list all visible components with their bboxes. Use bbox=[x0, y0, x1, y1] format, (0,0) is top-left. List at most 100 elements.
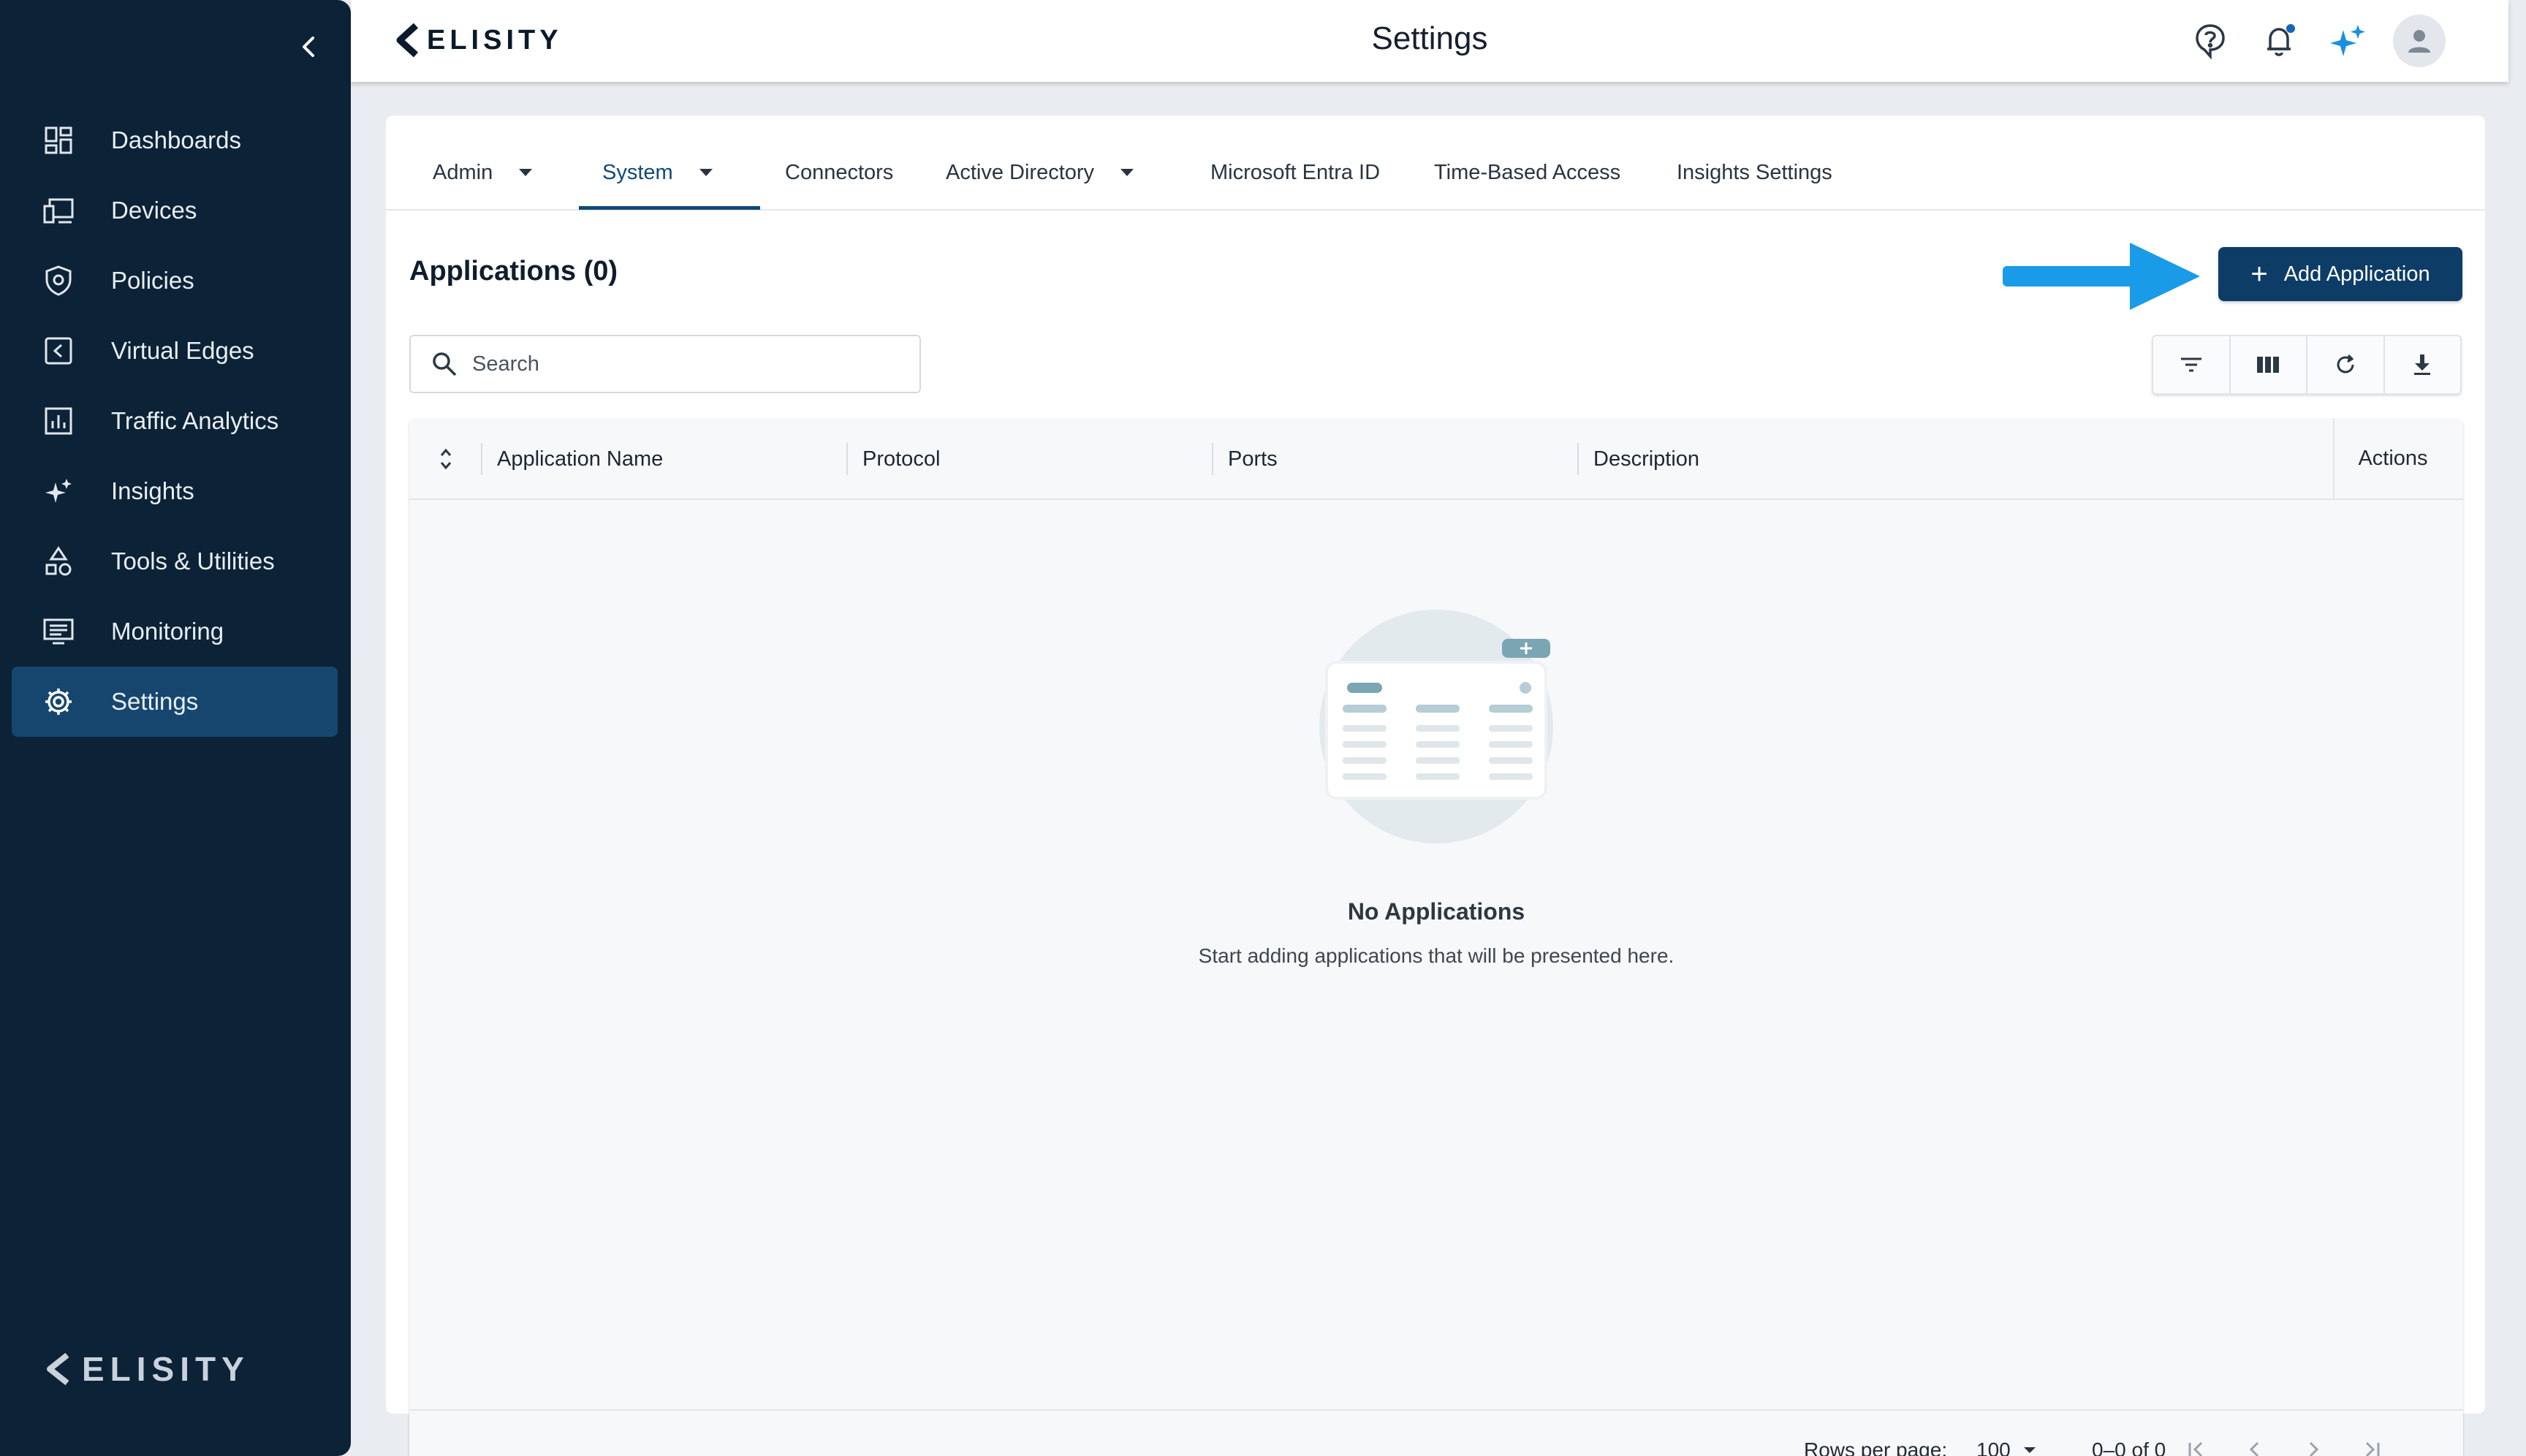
shield-icon bbox=[41, 263, 76, 298]
tab-label: Microsoft Entra ID bbox=[1210, 160, 1381, 184]
filter-button[interactable] bbox=[2153, 336, 2231, 393]
empty-state-title: No Applications bbox=[1347, 898, 1525, 925]
tab-connectors[interactable]: Connectors bbox=[785, 156, 893, 189]
caret-down-icon bbox=[1120, 169, 1134, 176]
column-separator bbox=[1212, 443, 1213, 475]
plus-icon: + bbox=[2250, 258, 2268, 290]
search-box[interactable] bbox=[409, 335, 921, 393]
rows-per-page-label: Rows per page: bbox=[1804, 1438, 1948, 1456]
tab-active-directory[interactable]: Active Directory bbox=[946, 156, 1135, 189]
sidebar-item-dashboards[interactable]: Dashboards bbox=[12, 105, 338, 175]
sparkle-icon bbox=[41, 474, 76, 509]
download-button[interactable] bbox=[2385, 336, 2461, 393]
notifications-button[interactable] bbox=[2258, 19, 2302, 63]
sidebar-item-policies[interactable]: Policies bbox=[12, 246, 338, 316]
rows-per-page-select[interactable]: 100 bbox=[1976, 1438, 2037, 1456]
dashboard-icon bbox=[41, 123, 76, 158]
sidebar-item-tools-utilities[interactable]: Tools & Utilities bbox=[12, 526, 338, 596]
sidebar-collapse-button[interactable] bbox=[289, 28, 327, 66]
last-page-button[interactable] bbox=[2354, 1431, 2390, 1456]
section-title: Applications (0) bbox=[409, 256, 618, 287]
search-input[interactable] bbox=[472, 352, 881, 376]
sidebar-item-label: Traffic Analytics bbox=[111, 407, 279, 434]
virtual-edge-icon bbox=[41, 333, 76, 368]
page-title: Settings bbox=[1371, 20, 1488, 56]
first-page-icon bbox=[2188, 1441, 2203, 1456]
next-page-button[interactable] bbox=[2295, 1431, 2332, 1456]
bell-icon bbox=[2267, 24, 2295, 56]
tab-label: System bbox=[602, 160, 673, 184]
elisity-logo-icon bbox=[47, 1352, 69, 1386]
pagination-range: 0–0 of 0 bbox=[2092, 1438, 2166, 1456]
sidebar-logo: ELISITY bbox=[44, 1349, 250, 1389]
ai-assistant-button[interactable] bbox=[2326, 19, 2370, 63]
column-header-ports[interactable]: Ports bbox=[1228, 418, 1278, 500]
sidebar-item-insights[interactable]: Insights bbox=[12, 456, 338, 526]
table-header: Application Name Protocol Ports Descript… bbox=[409, 418, 2463, 500]
empty-state-subtitle: Start adding applications that will be p… bbox=[1198, 944, 1674, 967]
settings-tabs: Admin System Connectors Active Directory… bbox=[386, 115, 2485, 211]
applications-table: Application Name Protocol Ports Descript… bbox=[409, 418, 2463, 1456]
filter-icon bbox=[2180, 357, 2201, 372]
sidebar-item-monitoring[interactable]: Monitoring bbox=[12, 596, 338, 667]
help-button[interactable] bbox=[2188, 19, 2232, 63]
column-header-description[interactable]: Description bbox=[1593, 418, 1699, 500]
user-avatar-icon bbox=[2408, 30, 2430, 53]
sidebar-item-traffic-analytics[interactable]: Traffic Analytics bbox=[12, 386, 338, 456]
rows-per-page-value: 100 bbox=[1976, 1438, 2011, 1456]
tab-insights-settings[interactable]: Insights Settings bbox=[1677, 156, 1832, 189]
sidebar-item-virtual-edges[interactable]: Virtual Edges bbox=[12, 316, 338, 386]
gear-icon bbox=[41, 684, 76, 719]
table-pagination: Rows per page: 100 0–0 of 0 bbox=[409, 1409, 2463, 1456]
add-application-label: Add Application bbox=[2283, 262, 2430, 286]
add-application-button[interactable]: + Add Application bbox=[2218, 247, 2462, 301]
refresh-icon bbox=[2337, 354, 2354, 374]
column-separator bbox=[1577, 443, 1579, 475]
tab-label: Admin bbox=[433, 160, 493, 184]
analytics-icon bbox=[41, 403, 76, 439]
columns-button[interactable] bbox=[2231, 336, 2307, 393]
monitor-icon bbox=[41, 614, 76, 649]
column-header-application-name[interactable]: Application Name bbox=[497, 418, 663, 500]
column-header-actions: Actions bbox=[2333, 418, 2451, 498]
tab-time-based-access[interactable]: Time-Based Access bbox=[1434, 156, 1620, 189]
tab-label: Time-Based Access bbox=[1434, 160, 1621, 184]
tab-admin[interactable]: Admin bbox=[433, 156, 534, 189]
sidebar-item-label: Monitoring bbox=[111, 618, 224, 645]
sidebar-item-settings[interactable]: Settings bbox=[12, 667, 338, 737]
empty-state: No Applications Start adding application… bbox=[409, 610, 2463, 968]
tab-system[interactable]: System bbox=[602, 156, 714, 189]
sidebar-item-label: Tools & Utilities bbox=[111, 547, 275, 575]
empty-table-illustration bbox=[1319, 610, 1553, 843]
caret-down-icon bbox=[519, 169, 533, 176]
sidebar-item-devices[interactable]: Devices bbox=[12, 175, 338, 246]
sidebar-item-label: Settings bbox=[111, 688, 199, 715]
column-separator bbox=[481, 443, 482, 475]
top-header: ELISITY Settings bbox=[351, 0, 2508, 82]
tab-label: Active Directory bbox=[946, 160, 1095, 184]
sidebar-nav: Dashboards Devices Policies Virtual Edge… bbox=[12, 105, 338, 737]
sparkle-ai-icon bbox=[2330, 25, 2365, 56]
user-avatar[interactable] bbox=[2393, 15, 2446, 67]
sidebar-item-label: Policies bbox=[111, 267, 194, 294]
sort-toggle[interactable] bbox=[409, 418, 482, 500]
column-header-protocol[interactable]: Protocol bbox=[862, 418, 940, 500]
sidebar-item-label: Insights bbox=[111, 477, 194, 504]
caret-down-icon bbox=[2023, 1447, 2036, 1453]
help-icon bbox=[2196, 24, 2225, 59]
sidebar-item-label: Virtual Edges bbox=[111, 337, 254, 364]
tab-label: Connectors bbox=[785, 160, 894, 184]
tools-icon bbox=[41, 544, 76, 579]
search-icon bbox=[433, 352, 457, 376]
arrow-pointer-icon bbox=[2003, 243, 2200, 310]
first-page-button[interactable] bbox=[2178, 1431, 2215, 1456]
refresh-button[interactable] bbox=[2307, 336, 2385, 393]
sidebar-item-label: Devices bbox=[111, 197, 197, 224]
previous-page-button[interactable] bbox=[2237, 1431, 2273, 1456]
active-tab-indicator bbox=[579, 206, 760, 210]
chevron-left-icon bbox=[303, 37, 314, 57]
settings-card: Admin System Connectors Active Directory… bbox=[386, 115, 2485, 1456]
tab-label: Insights Settings bbox=[1677, 160, 1832, 184]
sidebar: Dashboards Devices Policies Virtual Edge… bbox=[0, 0, 351, 1456]
tab-microsoft-entra-id[interactable]: Microsoft Entra ID bbox=[1210, 156, 1380, 189]
